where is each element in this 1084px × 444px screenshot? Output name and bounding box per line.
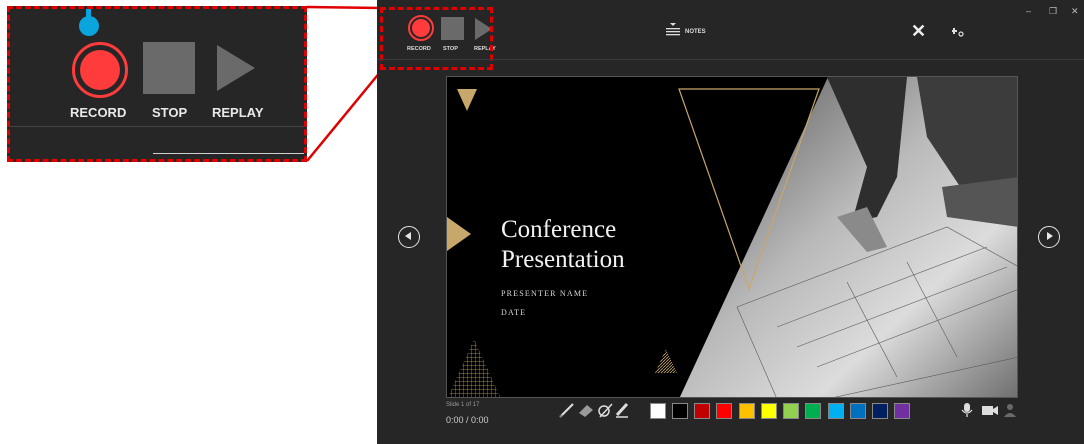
close-icon[interactable]: ✕ [911,22,926,40]
camera-icon[interactable] [981,402,999,418]
pen-icon[interactable] [558,402,576,418]
camera-preview-icon[interactable] [1003,402,1017,418]
color-swatch-yellow[interactable] [761,403,777,419]
current-slide[interactable]: Conference Presentation PRESENTER NAME D… [446,76,1018,398]
color-swatch-light-blue[interactable] [828,403,844,419]
lasso-eraser-icon[interactable] [596,402,614,418]
notes-button[interactable]: NOTES [685,29,706,35]
presenter-name: PRESENTER NAME [501,289,589,298]
color-swatch-green[interactable] [805,403,821,419]
next-slide-icon[interactable] [1038,226,1060,248]
prev-slide-icon[interactable] [398,226,420,248]
color-swatch-light-green[interactable] [783,403,799,419]
window-close-button[interactable]: ✕ [1071,6,1079,17]
minimize-button[interactable]: – [1026,6,1031,16]
notes-icon[interactable] [666,23,680,37]
highlighter-icon[interactable] [614,402,632,418]
screenshot-stage: RECORD STOP REPLAY – ❐ ✕ RECORD STOP REP… [0,0,1084,444]
slide-counter: Slide 1 of 17 [446,402,480,408]
slide-title-line1: Conference [501,216,617,243]
restore-button[interactable]: ❐ [1049,6,1057,17]
slide-title-line2: Presentation [501,246,625,273]
toolbar-separator [377,59,1084,60]
color-swatch-blue[interactable] [850,403,866,419]
color-swatch-dark-blue[interactable] [872,403,888,419]
color-swatch-dark-red[interactable] [694,403,710,419]
more-options-icon[interactable] [952,27,964,37]
color-swatch-red[interactable] [716,403,732,419]
recording-timer: 0:00 / 0:00 [446,415,489,425]
eraser-icon[interactable] [577,402,595,418]
color-swatch-white[interactable] [650,403,666,419]
slide-date: DATE [501,308,527,317]
slide-title: Conference Presentation [501,215,721,275]
color-swatch-orange[interactable] [739,403,755,419]
highlight-box [380,7,493,70]
microphone-icon[interactable] [960,402,974,418]
color-swatch-black[interactable] [672,403,688,419]
color-swatch-purple[interactable] [894,403,910,419]
presenter-view-window: – ❐ ✕ RECORD STOP REPLAY NOTES ✕ Confere… [377,0,1084,444]
